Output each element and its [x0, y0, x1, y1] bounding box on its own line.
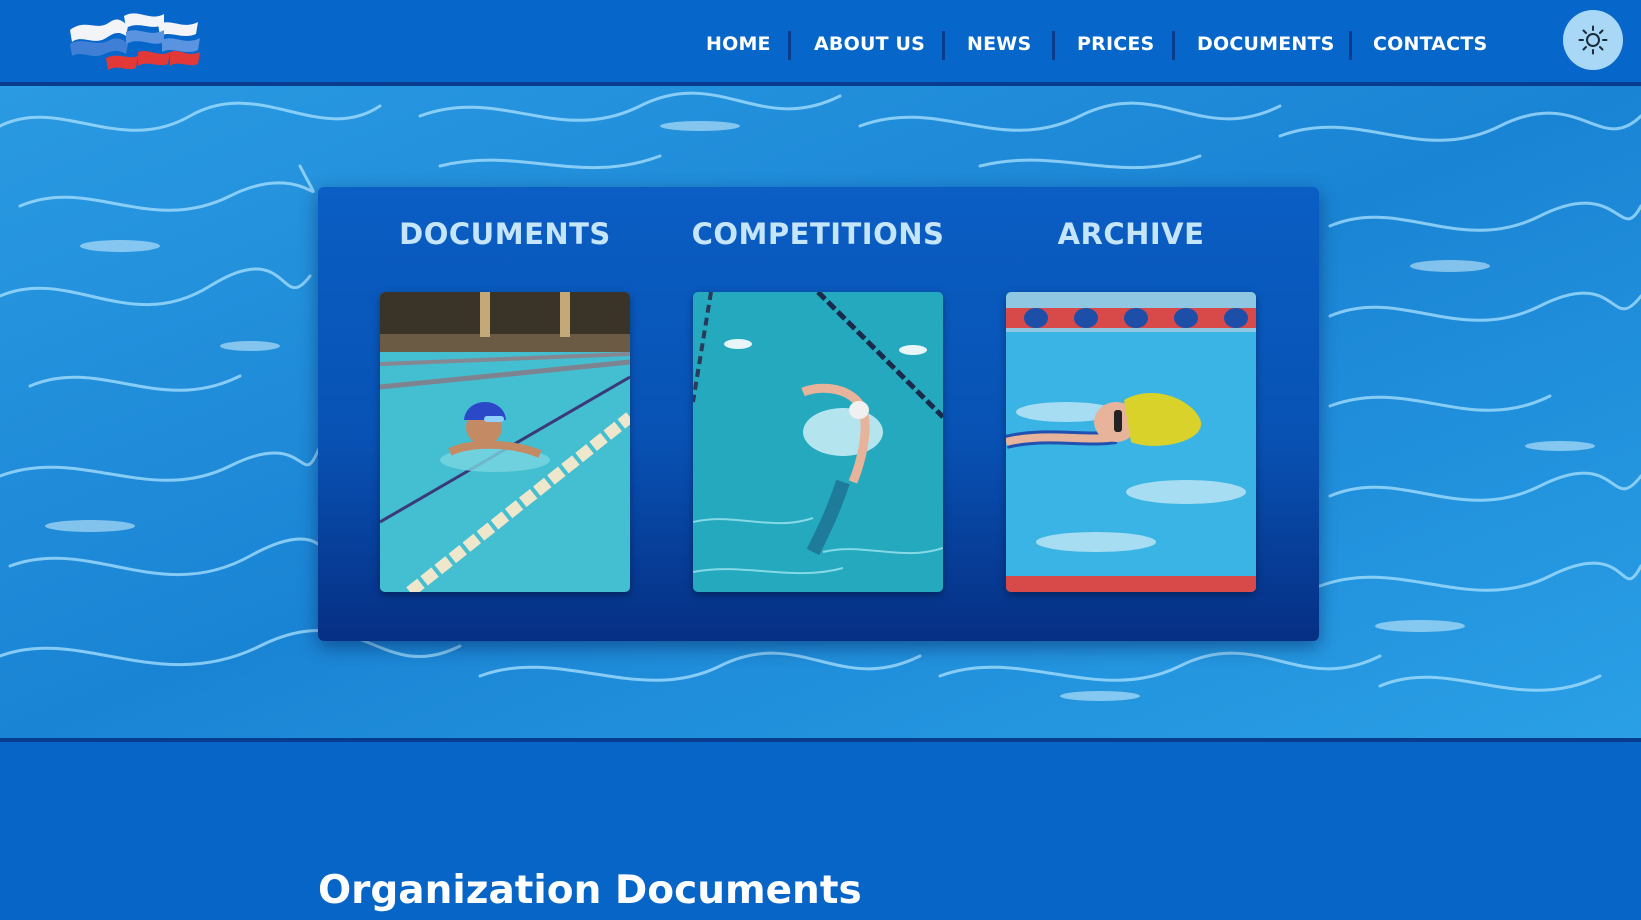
nav-prices[interactable]: PRICES — [1077, 26, 1154, 62]
competitions-card[interactable]: COMPETITIONS — [692, 187, 944, 641]
nav-separator — [1349, 31, 1352, 60]
sun-icon — [1578, 25, 1608, 55]
nav-news[interactable]: NEWS — [967, 26, 1031, 62]
category-panel: DOCUMENTS COMPETITIONS ARCHIVE — [318, 187, 1319, 641]
site-header: HOME ABOUT US NEWS PRICES DOCUMENTS CONT… — [0, 0, 1641, 86]
site-logo[interactable] — [66, 8, 210, 78]
theme-toggle-button[interactable] — [1563, 10, 1623, 70]
nav-separator — [1172, 31, 1175, 60]
card-title: ARCHIVE — [1057, 217, 1205, 251]
section-title: Organization Documents — [318, 868, 862, 913]
nav-documents[interactable]: DOCUMENTS — [1197, 26, 1335, 62]
nav-separator — [1052, 31, 1055, 60]
nav-about-us[interactable]: ABOUT US — [814, 26, 925, 62]
hero-section: DOCUMENTS COMPETITIONS ARCHIVE — [0, 86, 1641, 742]
card-title: COMPETITIONS — [691, 217, 945, 251]
flag-waves-logo-icon — [70, 13, 200, 70]
nav-separator — [788, 31, 791, 60]
nav-home[interactable]: HOME — [706, 26, 771, 62]
freestyle-swimmer-image — [693, 292, 943, 592]
archive-card[interactable]: ARCHIVE — [1006, 187, 1256, 641]
card-title: DOCUMENTS — [399, 217, 611, 251]
swimmer-yellow-cap-image — [1006, 292, 1256, 592]
nav-separator — [942, 31, 945, 60]
swimmer-purple-cap-image — [380, 292, 630, 592]
nav-contacts[interactable]: CONTACTS — [1373, 26, 1487, 62]
documents-card[interactable]: DOCUMENTS — [380, 187, 630, 641]
